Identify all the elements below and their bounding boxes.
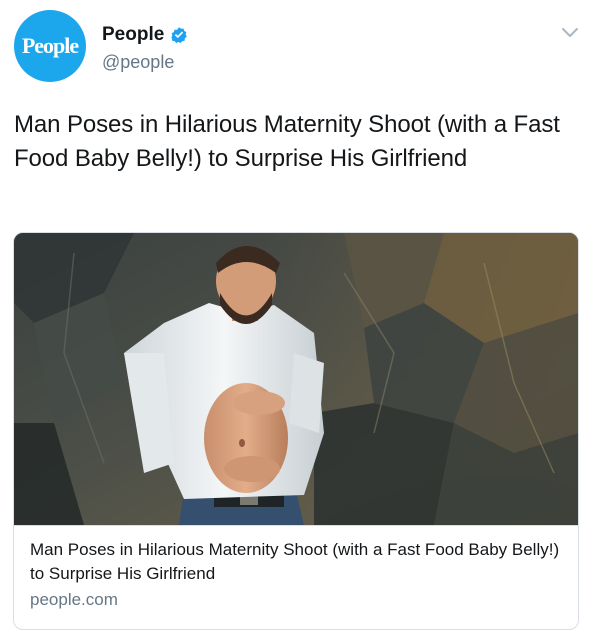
avatar-logo-text: People <box>21 33 79 58</box>
display-name[interactable]: People <box>102 24 164 46</box>
photo-man-maternity-shoot-icon <box>14 233 578 525</box>
author-name-row[interactable]: People <box>102 24 188 46</box>
card-domain[interactable]: people.com <box>30 588 562 612</box>
verified-badge-icon <box>170 26 188 44</box>
chevron-down-icon[interactable] <box>560 26 580 40</box>
card-title[interactable]: Man Poses in Hilarious Maternity Shoot (… <box>30 538 562 586</box>
avatar[interactable]: People <box>14 10 86 82</box>
card-image[interactable] <box>14 233 578 525</box>
card-body[interactable]: Man Poses in Hilarious Maternity Shoot (… <box>14 525 578 629</box>
tweet: People People @people Man Poses in Hilar… <box>0 0 592 640</box>
link-card[interactable]: Man Poses in Hilarious Maternity Shoot (… <box>13 232 579 630</box>
handle[interactable]: @people <box>102 52 174 73</box>
tweet-text: Man Poses in Hilarious Maternity Shoot (… <box>14 111 560 172</box>
